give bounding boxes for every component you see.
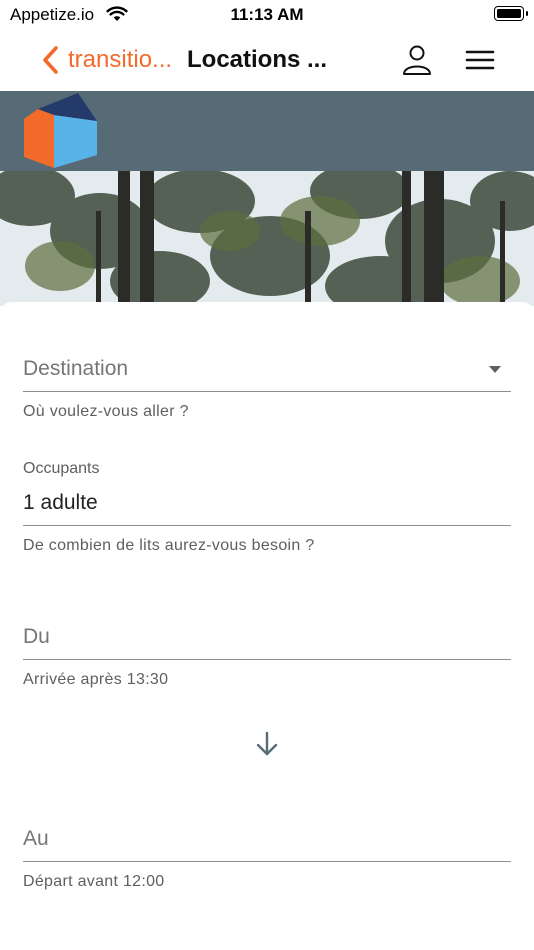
destination-placeholder: Destination <box>23 357 129 380</box>
house-logo-icon <box>24 93 97 168</box>
destination-helper: Où voulez-vous aller ? <box>23 403 189 420</box>
occupants-label: Occupants <box>23 460 100 477</box>
hamburger-menu-icon[interactable] <box>463 45 497 75</box>
back-button-label: transitio... <box>68 46 173 73</box>
battery-icon <box>494 6 528 21</box>
forest-hero-image <box>0 171 534 306</box>
clock: 11:13 AM <box>230 5 304 24</box>
dropdown-caret-icon[interactable] <box>489 366 501 373</box>
arrow-down-icon <box>256 731 278 756</box>
arrival-placeholder: Du <box>23 625 50 648</box>
brand-header <box>0 91 534 171</box>
occupants-value: 1 adulte <box>23 491 98 514</box>
nav-bar: transitio... Locations ... <box>0 30 534 91</box>
destination-field[interactable]: Destination Où voulez-vous aller ? <box>23 352 511 442</box>
page-title: Locations ... <box>187 46 328 73</box>
screen: Appetize.io 11:13 AM transitio... Locati… <box>0 0 534 950</box>
chevron-left-icon <box>43 46 58 74</box>
booking-form: Destination Où voulez-vous aller ? Occup… <box>0 302 534 950</box>
arrival-underline <box>23 659 511 660</box>
arrival-helper: Arrivée après 13:30 <box>23 671 169 688</box>
back-button[interactable]: transitio... <box>40 44 172 76</box>
occupants-helper: De combien de lits aurez-vous besoin ? <box>23 537 315 554</box>
departure-date-field[interactable]: Au Départ avant 12:00 <box>23 822 511 902</box>
occupants-field[interactable]: Occupants 1 adulte De combien de lits au… <box>23 460 511 560</box>
status-bar: Appetize.io 11:13 AM <box>0 0 534 30</box>
departure-helper: Départ avant 12:00 <box>23 873 165 890</box>
user-icon[interactable] <box>400 43 434 77</box>
arrival-date-field[interactable]: Du Arrivée après 13:30 <box>23 620 511 700</box>
destination-underline <box>23 391 511 392</box>
departure-underline <box>23 861 511 862</box>
departure-placeholder: Au <box>23 827 49 850</box>
occupants-underline <box>23 525 511 526</box>
